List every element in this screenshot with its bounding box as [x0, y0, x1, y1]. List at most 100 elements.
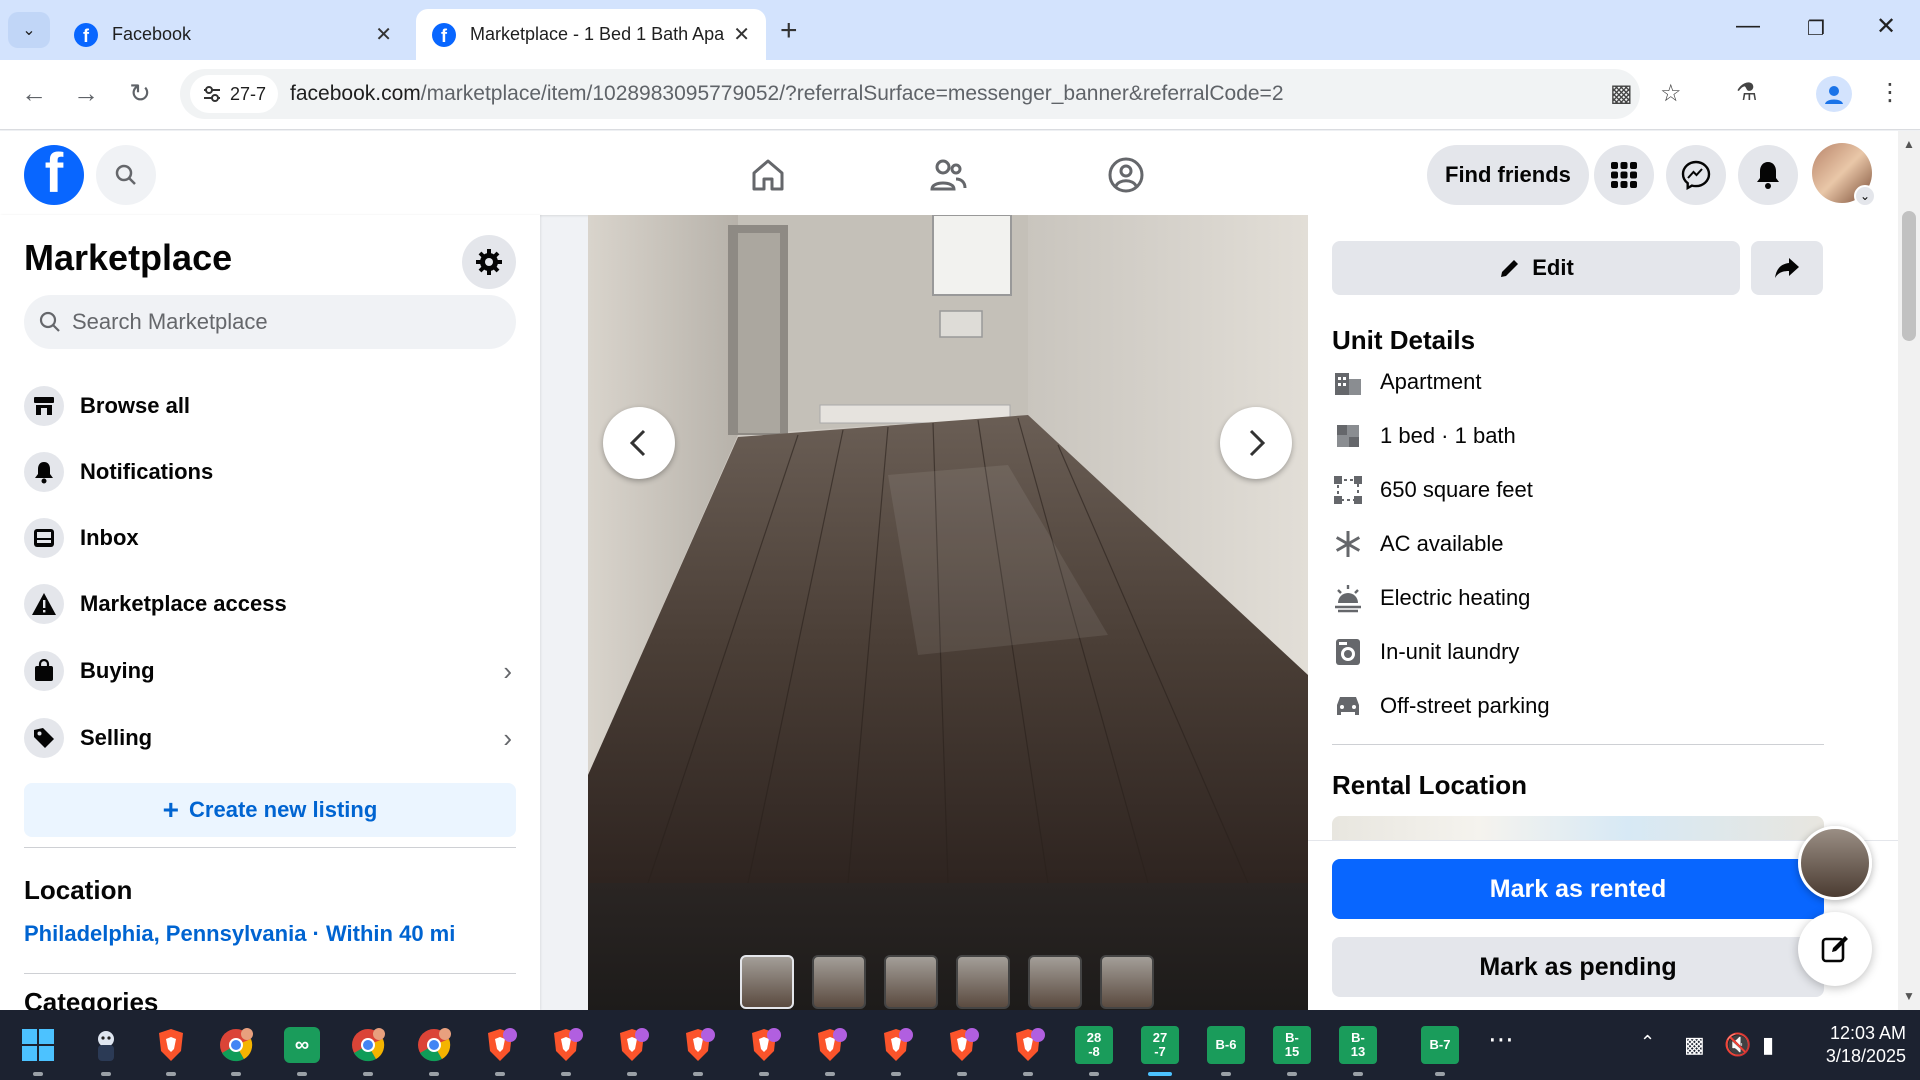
minimize-icon[interactable]: — — [1728, 12, 1768, 40]
scroll-down-icon[interactable]: ▼ — [1903, 989, 1915, 1003]
chrome-profile-icon[interactable] — [412, 1023, 456, 1076]
browser-menu-icon[interactable]: ⋮ — [1878, 78, 1902, 107]
labs-flask-icon[interactable]: ⚗ — [1736, 78, 1758, 107]
brave-profile-icon[interactable] — [808, 1023, 852, 1076]
detail-bed-bath: 1 bed · 1 bath — [1332, 416, 1516, 456]
chevron-up-icon[interactable]: ⌃ — [1640, 1032, 1655, 1053]
green-tile-icon[interactable]: B-6 — [1204, 1023, 1248, 1076]
mascot-app-icon[interactable] — [84, 1023, 128, 1076]
share-button[interactable] — [1751, 241, 1823, 295]
storefront-icon — [24, 386, 64, 426]
new-message-button[interactable] — [1798, 912, 1872, 986]
address-bar[interactable]: 27-7 facebook.com/marketplace/item/10289… — [180, 69, 1682, 119]
page-scrollbar[interactable]: ▲ ▼ — [1898, 131, 1920, 1010]
brave-profile-icon[interactable] — [478, 1023, 522, 1076]
search-icon — [115, 164, 136, 185]
mark-as-rented-button[interactable]: Mark as rented — [1332, 859, 1824, 919]
brave-profile-icon[interactable] — [940, 1023, 984, 1076]
menu-grid-button[interactable] — [1594, 145, 1654, 205]
settings-button[interactable] — [462, 235, 516, 289]
home-icon[interactable] — [744, 151, 792, 199]
brave-profile-icon[interactable] — [742, 1023, 786, 1076]
chat-head-avatar[interactable] — [1798, 826, 1872, 900]
forward-icon[interactable]: → — [68, 78, 104, 109]
notifications-button[interactable] — [1738, 145, 1798, 205]
site-info-chip[interactable]: 27-7 — [190, 75, 279, 113]
sidebar-item-inbox[interactable]: Inbox — [24, 510, 516, 566]
green-tile-icon[interactable]: B- 15 — [1270, 1023, 1314, 1076]
sidebar-item-marketplace-access[interactable]: Marketplace access — [24, 576, 516, 632]
friends-icon[interactable] — [924, 151, 972, 199]
messenger-button[interactable] — [1666, 145, 1726, 205]
edit-listing-button[interactable]: Edit — [1332, 241, 1740, 295]
running-indicator — [957, 1072, 967, 1076]
photo-thumbnail[interactable] — [812, 955, 866, 1009]
profile-avatar[interactable]: ⌄ — [1812, 143, 1876, 207]
divider — [1332, 744, 1824, 745]
chrome-profile-icon[interactable] — [346, 1023, 390, 1076]
windows-start-icon[interactable] — [16, 1023, 60, 1076]
photo-thumbnail[interactable] — [1100, 955, 1154, 1009]
detail-apartment: Apartment — [1332, 362, 1482, 402]
facebook-search-button[interactable] — [96, 145, 156, 205]
infinity-app-icon[interactable]: ∞ — [280, 1023, 324, 1076]
brave-profile-icon[interactable] — [874, 1023, 918, 1076]
sidebar-item-selling[interactable]: Selling › — [24, 710, 516, 766]
mark-as-pending-button[interactable]: Mark as pending — [1332, 937, 1824, 997]
scroll-up-icon[interactable]: ▲ — [1903, 137, 1915, 151]
photo-thumbnail[interactable] — [884, 955, 938, 1009]
install-app-icon[interactable]: ▩ — [1610, 79, 1633, 108]
green-tile-icon[interactable]: B-7 — [1418, 1023, 1462, 1076]
scrollbar-thumb[interactable] — [1902, 211, 1916, 341]
brave-browser-icon[interactable] — [149, 1023, 193, 1076]
photo-thumbnail[interactable] — [956, 955, 1010, 1009]
sidebar-item-notifications[interactable]: Notifications — [24, 444, 516, 500]
green-tile-icon[interactable]: 27 -7 — [1138, 1023, 1182, 1076]
brave-profile-icon[interactable] — [676, 1023, 720, 1076]
close-icon[interactable]: ✕ — [375, 22, 392, 47]
photo-thumbnail[interactable] — [1028, 955, 1082, 1009]
sidebar-item-buying[interactable]: Buying › — [24, 643, 516, 699]
chrome-profile-icon[interactable] — [214, 1023, 258, 1076]
green-tile-icon[interactable]: 28 -8 — [1072, 1023, 1116, 1076]
listing-photo[interactable] — [588, 215, 1308, 883]
photo-thumbnail[interactable] — [740, 955, 794, 1009]
bookmark-star-icon[interactable]: ☆ — [1660, 79, 1682, 108]
groups-icon[interactable] — [1102, 151, 1150, 199]
new-tab-icon[interactable]: + — [780, 14, 798, 48]
taskbar-clock[interactable]: 12:03 AM 3/18/2025 — [1806, 1022, 1906, 1069]
more-apps-icon[interactable]: ⋯ — [1488, 1024, 1514, 1055]
browser-profile-button[interactable] — [1816, 76, 1852, 112]
brave-profile-icon[interactable] — [610, 1023, 654, 1076]
reload-icon[interactable]: ↻ — [122, 78, 158, 109]
messenger-icon — [1681, 160, 1711, 190]
sidebar-item-browse-all[interactable]: Browse all — [24, 378, 516, 434]
rental-location-map[interactable] — [1332, 816, 1824, 840]
back-icon[interactable]: ← — [16, 78, 52, 109]
tab-search-button[interactable]: ⌄ — [8, 12, 50, 48]
url-text[interactable]: facebook.com/marketplace/item/1028983095… — [290, 82, 1283, 106]
browser-tab-facebook[interactable]: f Facebook ✕ — [58, 9, 408, 60]
detail-label: 1 bed · 1 bath — [1380, 423, 1516, 448]
close-icon[interactable]: ✕ — [733, 22, 750, 47]
chevron-right-icon: › — [503, 655, 512, 686]
browser-tab-marketplace[interactable]: f Marketplace - 1 Bed 1 Bath Apa ✕ — [416, 9, 766, 60]
next-photo-button[interactable] — [1220, 407, 1292, 479]
running-indicator — [561, 1072, 571, 1076]
previous-photo-button[interactable] — [603, 407, 675, 479]
green-tile-icon[interactable]: B- 13 — [1336, 1023, 1380, 1076]
location-link[interactable]: Philadelphia, Pennsylvania · Within 40 m… — [24, 921, 455, 947]
brave-profile-icon[interactable] — [1006, 1023, 1050, 1076]
search-marketplace-input[interactable]: Search Marketplace — [24, 295, 516, 349]
detail-label: Electric heating — [1380, 585, 1531, 610]
facebook-logo-icon[interactable]: f — [24, 145, 84, 205]
volume-muted-icon[interactable]: 🔇 — [1724, 1032, 1751, 1058]
brave-profile-icon[interactable] — [544, 1023, 588, 1076]
create-new-listing-button[interactable]: + Create new listing — [24, 783, 516, 837]
find-friends-button[interactable]: Find friends — [1427, 145, 1589, 205]
network-icon[interactable]: ▩ — [1684, 1032, 1705, 1058]
detail-ac: AC available — [1332, 524, 1504, 564]
restore-icon[interactable]: ❐ — [1796, 16, 1836, 41]
window-close-icon[interactable]: ✕ — [1866, 12, 1906, 41]
battery-icon[interactable]: ▮ — [1762, 1032, 1774, 1058]
